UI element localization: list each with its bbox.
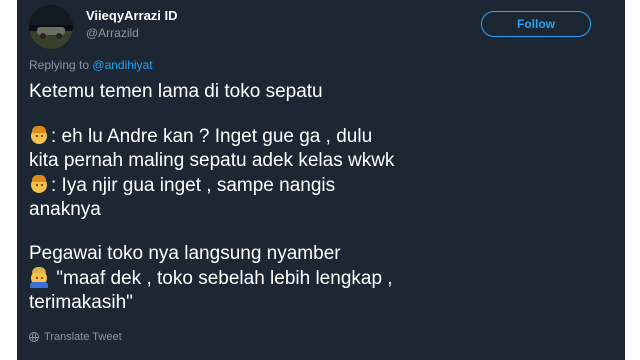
globe-icon: [29, 332, 39, 342]
person-emoji-icon: [29, 124, 49, 146]
translate-tweet-link[interactable]: Translate Tweet: [29, 331, 122, 343]
tweet-line-text: "maaf dek , toko sebelah lebih lengkap ,: [56, 268, 393, 289]
tweet-line: anaknya: [29, 199, 101, 220]
tweet-card: ViieqyArrazi ID @Arrazild Follow Replyin…: [17, 0, 625, 360]
tweet-line-text: : Iya njir gua inget , sampe nangis: [51, 175, 336, 196]
tweet-line: kita pernah maling sepatu adek kelas wkw…: [29, 150, 395, 171]
user-handle[interactable]: @Arrazild: [86, 26, 139, 40]
tweet-line: terimakasih": [29, 292, 133, 313]
reply-mention-link[interactable]: @andihiyat: [92, 58, 152, 72]
avatar-wheel: [56, 33, 62, 39]
display-name[interactable]: ViieqyArrazi ID: [86, 8, 178, 23]
tweet-text: Ketemu temen lama di toko sepatu : eh lu…: [29, 80, 619, 315]
follow-button[interactable]: Follow: [481, 11, 591, 37]
avatar-wheel: [40, 33, 46, 39]
replying-to: Replying to @andihiyat: [29, 58, 153, 72]
tweet-line: : eh lu Andre kan ? Inget gue ga , dulu: [29, 124, 619, 149]
tweet-line: Pegawai toko nya langsung nyamber: [29, 243, 341, 264]
tweet-line-text: : eh lu Andre kan ? Inget gue ga , dulu: [51, 126, 373, 147]
person-emoji-icon: [29, 173, 49, 195]
tweet-line: Ketemu temen lama di toko sepatu: [29, 81, 323, 102]
construction-worker-emoji-icon: [29, 266, 49, 288]
translate-label[interactable]: Translate Tweet: [44, 331, 122, 343]
tweet-line: : Iya njir gua inget , sampe nangis: [29, 173, 619, 198]
avatar[interactable]: [29, 5, 73, 49]
tweet-line: "maaf dek , toko sebelah lebih lengkap ,: [29, 266, 619, 291]
avatar-sky: [29, 5, 73, 25]
replying-prefix: Replying to: [29, 58, 90, 72]
